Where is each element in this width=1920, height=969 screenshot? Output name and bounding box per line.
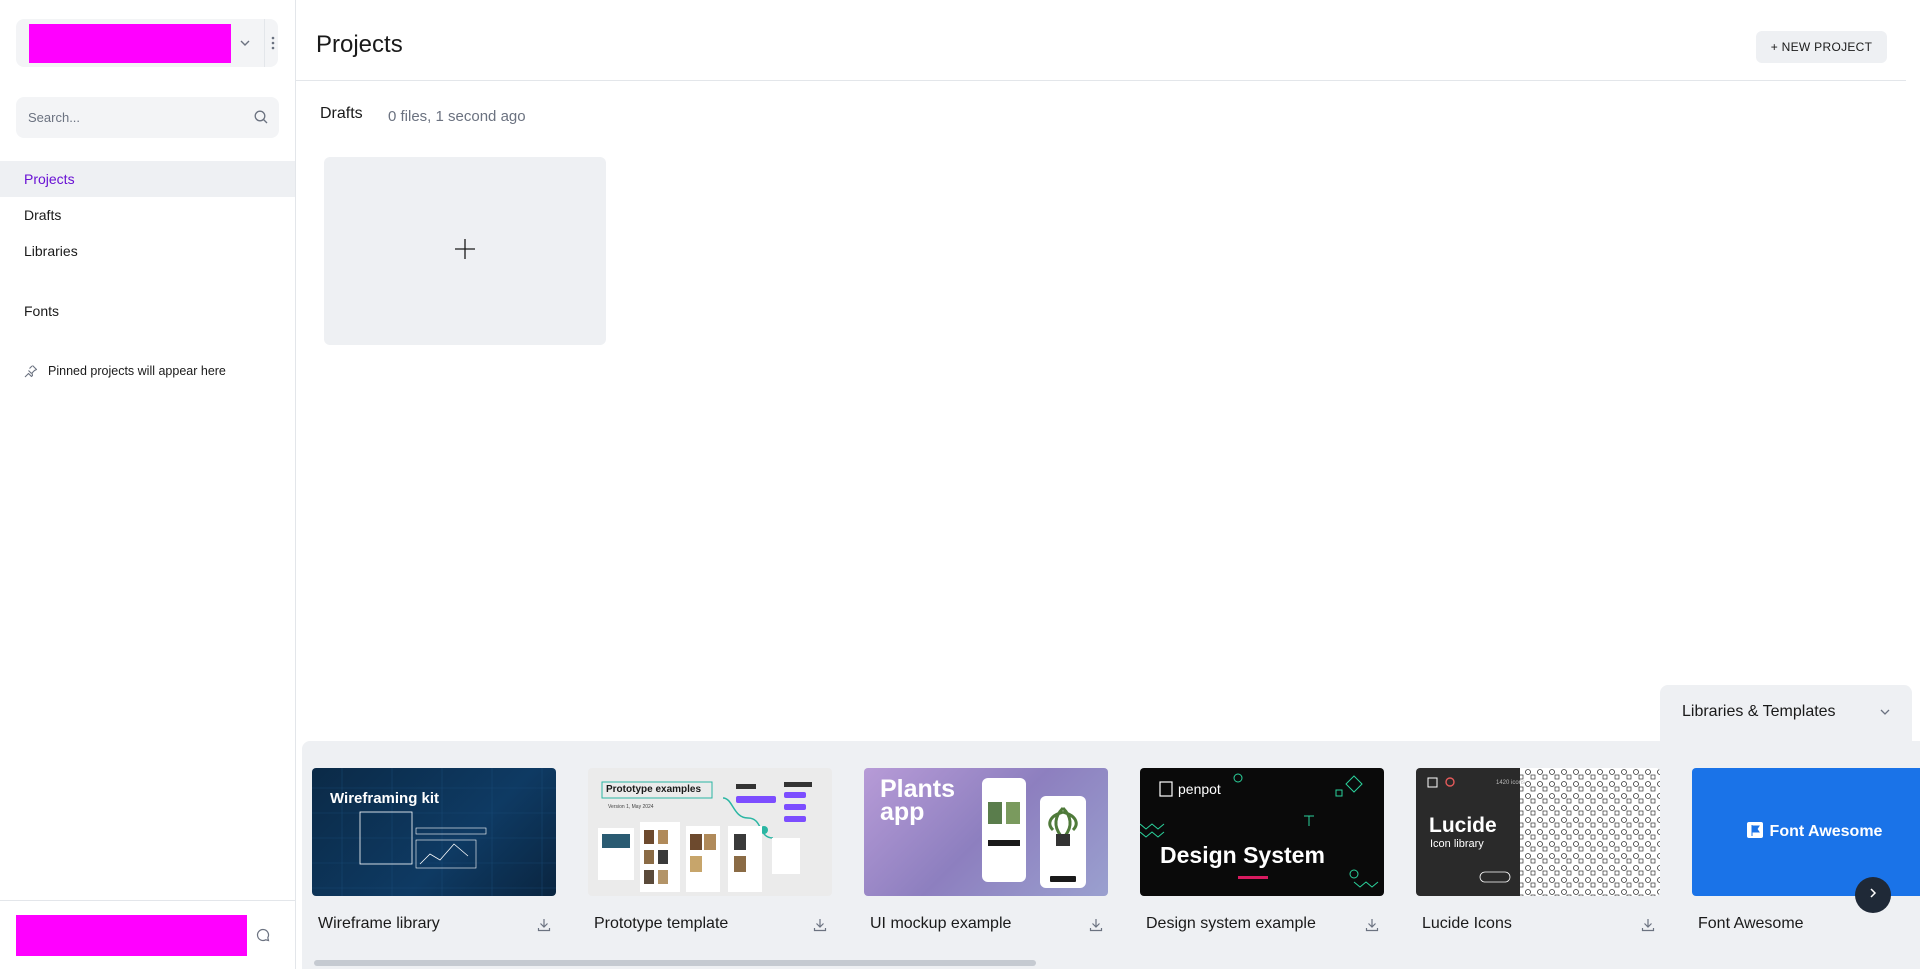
profile-button[interactable] [16, 915, 247, 956]
download-icon[interactable] [536, 917, 552, 933]
download-icon[interactable] [1088, 917, 1104, 933]
horizontal-scrollbar[interactable] [314, 960, 1036, 966]
download-icon[interactable] [1640, 917, 1656, 933]
template-thumbnail[interactable]: Font Awesome [1692, 768, 1920, 896]
template-name: Wireframe library [318, 915, 440, 932]
template-card[interactable]: Prototype examples Version 1, May 2024 P… [588, 768, 864, 948]
thumbnail-title: Lucide [1429, 814, 1497, 837]
sidebar-item-projects[interactable]: Projects [0, 161, 295, 197]
download-icon[interactable] [1364, 917, 1380, 933]
libraries-templates-panel: Wireframing kit Wireframe library Protot… [302, 741, 1920, 969]
template-thumbnail[interactable]: Prototype examples Version 1, May 2024 [588, 768, 832, 896]
libraries-templates-toggle[interactable]: Libraries & Templates [1660, 685, 1912, 741]
libraries-templates-label: Libraries & Templates [1682, 703, 1836, 720]
thumbnail-logo: Font Awesome [1692, 768, 1920, 896]
chevron-down-icon [1878, 705, 1894, 721]
card-footer: UI mockup example [864, 896, 1108, 948]
sidebar-item-fonts[interactable]: Fonts [0, 293, 295, 329]
pin-icon [24, 364, 38, 378]
more-options-icon[interactable] [268, 31, 278, 55]
team-selector[interactable] [16, 19, 278, 67]
card-footer: Design system example [1140, 896, 1384, 948]
sidebar: Projects Drafts Libraries Fonts Pinned p… [0, 0, 296, 969]
thumbnail-title: Font Awesome [1769, 823, 1883, 840]
card-footer: Lucide Icons [1416, 896, 1660, 948]
template-card[interactable]: Wireframing kit Wireframe library [312, 768, 588, 948]
template-thumbnail[interactable]: 1420 icons Lucide Icon library [1416, 768, 1660, 896]
sidebar-nav: Projects Drafts Libraries Fonts [0, 161, 295, 329]
sidebar-item-drafts[interactable]: Drafts [0, 197, 295, 233]
template-name: Font Awesome [1698, 915, 1804, 932]
plus-icon [453, 237, 477, 266]
chevron-right-icon [1867, 886, 1879, 904]
sidebar-footer [0, 900, 295, 969]
card-footer: Prototype template [588, 896, 832, 948]
template-thumbnail[interactable]: penpot Design System [1140, 768, 1384, 896]
thumbnail-title: Design System [1160, 842, 1325, 868]
template-carousel: Wireframing kit Wireframe library Protot… [312, 768, 1920, 948]
thumbnail-subtitle: Icon library [1430, 838, 1484, 850]
new-project-button[interactable]: + NEW PROJECT [1756, 31, 1887, 63]
thumbnail-title: Wireframing kit [330, 790, 440, 807]
flag-icon [1746, 821, 1764, 844]
template-card[interactable]: 1420 icons Lucide Icon library Lucide Ic… [1416, 768, 1692, 948]
pinned-hint-text: Pinned projects will appear here [48, 364, 226, 378]
drafts-file-count: 0 files, 1 second ago [388, 108, 526, 125]
thumbnail-title: Prototype examples [606, 784, 702, 795]
template-thumbnail[interactable]: Plants app [864, 768, 1108, 896]
search-box [16, 97, 279, 138]
page-header: Projects + NEW PROJECT [296, 0, 1906, 81]
carousel-next-button[interactable] [1855, 877, 1891, 913]
team-avatar[interactable] [29, 24, 231, 63]
template-name: Lucide Icons [1422, 915, 1512, 932]
thumbnail-subtitle: Version 1, May 2024 [608, 804, 654, 810]
thumbnail-count: 1420 icons [1496, 780, 1526, 786]
divider [264, 19, 265, 67]
download-icon[interactable] [812, 917, 828, 933]
thumbnail-brand: penpot [1178, 781, 1221, 797]
search-icon[interactable] [253, 109, 269, 125]
template-thumbnail[interactable]: Wireframing kit [312, 768, 556, 896]
template-name: Prototype template [594, 915, 729, 932]
chevron-down-icon[interactable] [234, 31, 256, 55]
main-content: Projects + NEW PROJECT Drafts 0 files, 1… [296, 0, 1920, 969]
template-name: UI mockup example [870, 915, 1012, 932]
comments-icon[interactable] [255, 927, 271, 943]
page-title: Projects [316, 31, 403, 58]
sidebar-item-libraries[interactable]: Libraries [0, 233, 295, 269]
search-input[interactable] [16, 97, 246, 138]
pinned-projects-hint: Pinned projects will appear here [24, 364, 226, 378]
template-name: Design system example [1146, 915, 1316, 932]
template-card[interactable]: Plants app UI mockup example [864, 768, 1140, 948]
thumbnail-title: Plants app [880, 775, 956, 826]
new-file-button[interactable] [324, 157, 606, 345]
template-card[interactable]: penpot Design System Design system examp… [1140, 768, 1416, 948]
card-footer: Wireframe library [312, 896, 556, 948]
drafts-section-title[interactable]: Drafts [320, 105, 363, 123]
template-card[interactable]: Font Awesome Font Awesome [1692, 768, 1920, 948]
